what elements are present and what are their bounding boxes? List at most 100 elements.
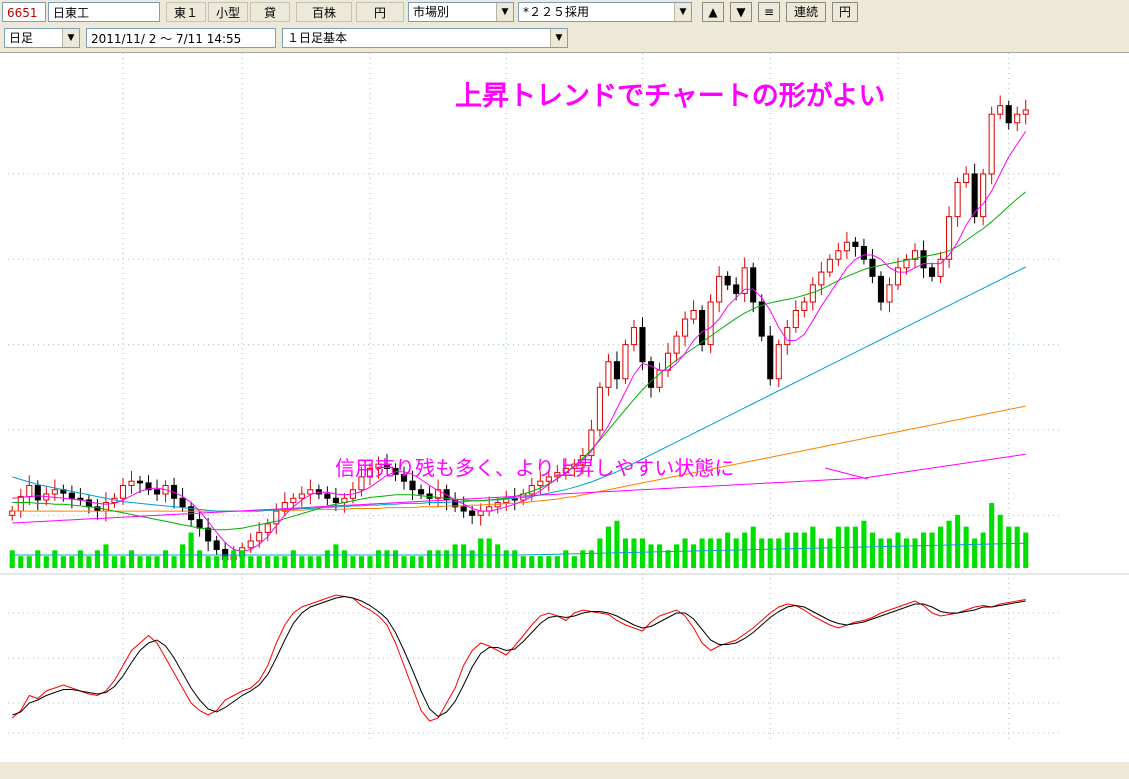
candle-body xyxy=(860,245,867,260)
volume-bar xyxy=(529,556,535,568)
volume-bar xyxy=(384,550,390,568)
date-range-field[interactable]: 2011/11/ 2 ～ 7/11 14:55 xyxy=(86,28,276,48)
chevron-down-icon: ▼ xyxy=(674,3,691,21)
candle-body xyxy=(682,318,689,337)
candle-body xyxy=(929,267,936,277)
candle-body xyxy=(673,335,680,354)
volume-bar xyxy=(299,556,305,568)
volume-bar xyxy=(444,550,450,568)
volume-bar xyxy=(861,520,867,568)
candle-body xyxy=(622,344,629,380)
volume-bar xyxy=(401,556,407,568)
candle-body xyxy=(68,492,75,499)
stock-name-field[interactable]: 日東工 xyxy=(48,2,160,22)
candle-body xyxy=(128,480,135,486)
market-select[interactable]: 市場別 ▼ xyxy=(408,2,514,22)
candle-body xyxy=(17,496,24,512)
volume-bar xyxy=(282,556,288,568)
volume-bar xyxy=(605,526,611,568)
candle-body xyxy=(477,510,484,516)
size-label: 小型 xyxy=(208,2,248,22)
candle-body xyxy=(324,493,331,499)
volume-bar xyxy=(665,550,671,568)
volume-bar xyxy=(767,538,773,568)
volume-bar xyxy=(35,550,41,568)
candle-body xyxy=(153,489,161,495)
period-select[interactable]: 日足 ▼ xyxy=(4,28,80,48)
volume-bar xyxy=(512,550,518,568)
candle-body xyxy=(954,181,961,218)
candle-body xyxy=(639,327,646,363)
candle-body xyxy=(886,284,893,303)
candle-body xyxy=(733,284,740,294)
credit-annotation: 信用売り残も多く、より上昇しやすい状態に xyxy=(335,456,734,480)
menu-button[interactable]: ≡ xyxy=(758,2,780,22)
candle-body xyxy=(920,250,927,269)
candle-body xyxy=(716,275,723,303)
volume-bar xyxy=(682,538,688,568)
grid xyxy=(0,53,1129,743)
volume-bar xyxy=(154,556,160,568)
candle-body xyxy=(332,497,339,504)
volume-bar xyxy=(938,526,944,568)
candle-body xyxy=(690,310,697,320)
candle-body xyxy=(758,301,765,337)
volume-bar xyxy=(273,556,279,568)
candle-body xyxy=(894,267,902,286)
volume-bar xyxy=(435,550,441,568)
volume-bar xyxy=(563,550,569,568)
volume-bar xyxy=(231,550,237,568)
volume-bar xyxy=(963,526,969,568)
candle-body xyxy=(852,241,859,247)
volume-bar xyxy=(903,538,910,568)
chart-type-select[interactable]: １日足基本 ▼ xyxy=(282,28,568,48)
volume-bar xyxy=(469,550,475,568)
volume-bar xyxy=(265,556,271,568)
volume-bar xyxy=(580,550,586,568)
candle-body xyxy=(460,506,467,512)
next-stock-button[interactable]: ▼ xyxy=(730,2,752,22)
volume-bar xyxy=(333,544,339,568)
index-select-value: *２２５採用 xyxy=(523,5,590,19)
index-select[interactable]: *２２５採用 ▼ xyxy=(518,2,692,22)
volume-bar xyxy=(631,538,637,568)
volume-bar xyxy=(946,520,952,568)
volume-bar xyxy=(43,556,49,568)
volume-bar xyxy=(1023,532,1029,568)
volume-bar xyxy=(350,556,356,568)
horizontal-scrollbar[interactable] xyxy=(0,762,1129,779)
volume-bar xyxy=(912,538,918,568)
credit-annotation-pointer xyxy=(824,467,869,480)
volume-bar xyxy=(86,556,92,568)
volume-bar xyxy=(733,538,739,568)
volume-bar xyxy=(895,532,901,568)
continuous-button[interactable]: 連続 xyxy=(786,2,826,22)
volume-bar xyxy=(537,556,543,568)
volume-bar xyxy=(614,520,620,568)
candle-body xyxy=(835,250,842,260)
volume-bar xyxy=(955,514,961,568)
toolbar: 6651 日東工 東１ 小型 貸 百株 円 市場別 ▼ *２２５採用 ▼ ▲ ▼… xyxy=(0,0,1129,53)
volume-bar xyxy=(197,550,203,568)
yen-button[interactable]: 円 xyxy=(832,2,858,22)
candle-body xyxy=(196,519,203,529)
prev-stock-button[interactable]: ▲ xyxy=(702,2,724,22)
volume-bar xyxy=(239,550,245,568)
down-arrow-icon: ▼ xyxy=(736,5,746,19)
volume-bar xyxy=(103,544,109,568)
candle-body xyxy=(605,361,612,388)
candle-body xyxy=(818,271,825,286)
candle-body xyxy=(699,310,706,346)
lending-label: 貸 xyxy=(250,2,290,22)
stock-code-field[interactable]: 6651 xyxy=(2,2,46,22)
volume-bar xyxy=(316,556,322,568)
candle-body xyxy=(767,335,774,380)
volume-bar xyxy=(145,556,152,568)
candle-body xyxy=(877,275,885,303)
volume-bar xyxy=(120,556,126,568)
candle-body xyxy=(205,527,212,542)
chart-area[interactable]: 上昇トレンドでチャートの形がよい 信用売り残も多く、より上昇しやすい状態に xyxy=(0,53,1129,779)
volume-bar xyxy=(716,538,722,568)
trend-annotation: 上昇トレンドでチャートの形がよい xyxy=(455,80,885,112)
candle-body xyxy=(843,241,850,252)
